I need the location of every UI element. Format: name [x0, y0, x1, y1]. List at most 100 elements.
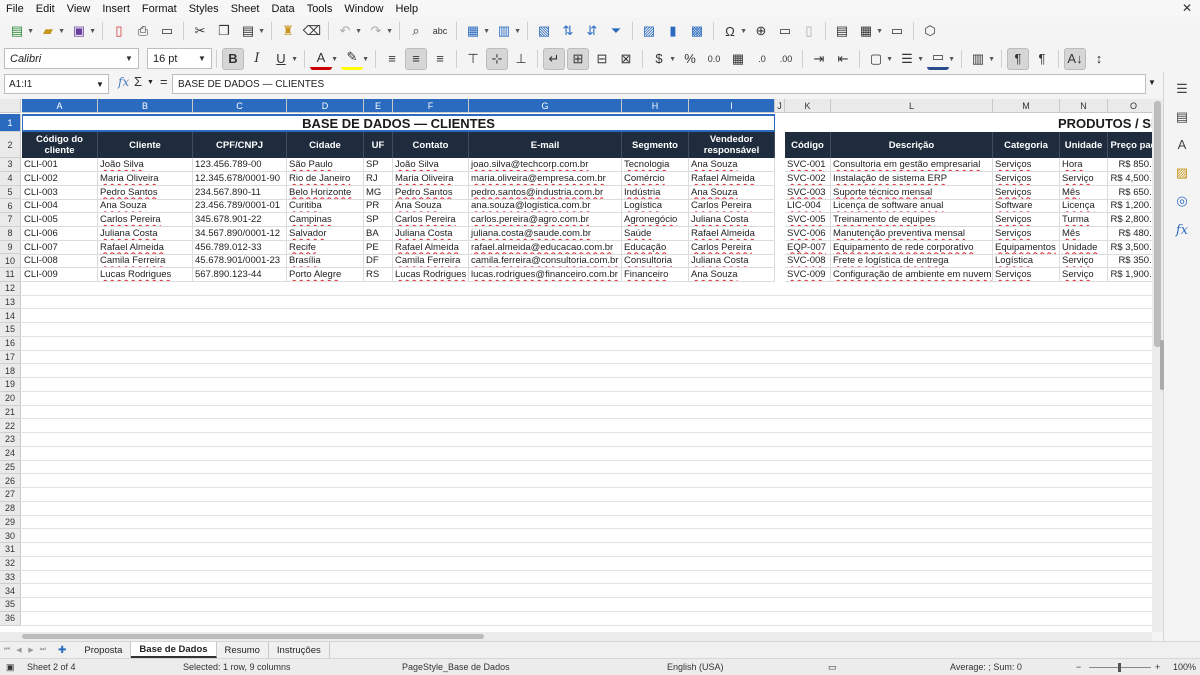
- column-icon[interactable]: ▥ ▼: [493, 20, 521, 42]
- clear-formatting-icon[interactable]: ⌫: [301, 20, 323, 42]
- horizontal-scroll-thumb[interactable]: [22, 634, 484, 639]
- table-cell[interactable]: lucas.rodrigues@financeiro.com.br: [469, 268, 622, 282]
- row-header-2[interactable]: 2: [0, 132, 21, 158]
- table-cell[interactable]: Turma: [1060, 213, 1108, 227]
- open-folder-icon[interactable]: ▰ ▼: [37, 20, 65, 42]
- name-box[interactable]: A1:I1 ▼: [4, 74, 109, 94]
- menu-help[interactable]: Help: [390, 3, 425, 15]
- table-header-cell[interactable]: Preço pad: [1108, 132, 1152, 158]
- row-header-15[interactable]: 15: [0, 323, 21, 337]
- chevron-down-icon[interactable]: ▼: [193, 49, 211, 68]
- menu-file[interactable]: File: [0, 3, 30, 15]
- align-center-icon[interactable]: ≡: [405, 47, 427, 70]
- column-header-d[interactable]: D: [287, 99, 364, 113]
- next-sheet-icon[interactable]: ▶: [26, 644, 36, 656]
- table-cell[interactable]: RJ: [364, 171, 393, 186]
- table-cell[interactable]: Equipamentos: [993, 240, 1060, 255]
- table-header-cell[interactable]: Contato: [393, 132, 469, 158]
- chevron-down-icon[interactable]: ▼: [92, 75, 108, 93]
- function-wizard-icon[interactable]: fx: [118, 75, 129, 89]
- styles-icon[interactable]: A: [1173, 135, 1191, 153]
- row-header-29[interactable]: 29: [0, 515, 21, 530]
- menu-window[interactable]: Window: [338, 3, 389, 15]
- table-cell[interactable]: R$ 3,500.0: [1108, 241, 1152, 255]
- table-header-cell[interactable]: CPF/CNPJ: [193, 132, 287, 158]
- sort-descending-icon[interactable]: ⇵: [581, 20, 603, 42]
- merge-center-icon[interactable]: ⊞: [567, 47, 589, 70]
- table-cell[interactable]: Educação: [622, 240, 689, 255]
- table-cell[interactable]: Serviços: [993, 185, 1060, 200]
- table-cell[interactable]: SP: [364, 213, 393, 227]
- align-top-icon[interactable]: ⊤: [462, 48, 484, 70]
- row-header-32[interactable]: 32: [0, 556, 21, 571]
- table-cell[interactable]: R$ 480.0: [1108, 227, 1152, 241]
- table-cell[interactable]: R$ 350.0: [1108, 254, 1152, 269]
- date-format-icon[interactable]: ▦: [727, 48, 749, 70]
- border-style-icon[interactable]: ☰ ▼: [896, 48, 924, 70]
- special-character-icon[interactable]: Ω ▼: [719, 20, 747, 42]
- table-cell[interactable]: SVC-008: [785, 254, 831, 269]
- wrap-text-icon[interactable]: ↵: [543, 47, 565, 70]
- export-pdf-icon[interactable]: ▯: [108, 20, 130, 42]
- row-header-1[interactable]: 1: [0, 114, 21, 132]
- table-cell[interactable]: juliana.costa@saude.com.br: [469, 226, 622, 241]
- table-cell[interactable]: João Silva: [393, 158, 469, 172]
- table-cell[interactable]: Rafael Almeida: [689, 171, 775, 186]
- column-header-o[interactable]: O: [1108, 99, 1152, 113]
- table-cell[interactable]: 345.678.901-22: [193, 213, 287, 227]
- row-icon[interactable]: ▦ ▼: [462, 20, 490, 42]
- add-decimal-icon[interactable]: .0: [751, 48, 773, 70]
- column-header-g[interactable]: G: [469, 99, 622, 113]
- table-cell[interactable]: Saúde: [622, 226, 689, 241]
- table-cell[interactable]: Instalação de sistema ERP: [831, 171, 993, 186]
- row-header-3[interactable]: 3: [0, 158, 21, 172]
- menu-edit[interactable]: Edit: [30, 3, 61, 15]
- save-icon[interactable]: ▣ ▼: [68, 20, 96, 42]
- table-cell[interactable]: Lucas Rodrigues: [393, 268, 469, 282]
- column-header-j[interactable]: J: [775, 99, 785, 113]
- table-header-cell[interactable]: UF: [364, 132, 393, 158]
- table-cell[interactable]: LIC-004: [785, 199, 831, 214]
- column-header-n[interactable]: N: [1060, 99, 1108, 113]
- column-header-f[interactable]: F: [393, 99, 469, 113]
- table-cell[interactable]: Comércio: [622, 171, 689, 186]
- first-sheet-icon[interactable]: ⏮: [2, 644, 12, 656]
- row-header-26[interactable]: 26: [0, 474, 21, 488]
- table-cell[interactable]: SVC-003: [785, 185, 831, 200]
- table-cell[interactable]: Serviços: [993, 213, 1060, 227]
- table-cell[interactable]: EQP-007: [785, 240, 831, 255]
- table-cell[interactable]: Manutenção preventiva mensal: [831, 226, 993, 241]
- table-cell[interactable]: PE: [364, 240, 393, 255]
- table-cell[interactable]: Salvador: [287, 226, 364, 241]
- headers-icon[interactable]: ▧: [533, 20, 555, 42]
- spelling-icon[interactable]: abc: [429, 20, 451, 42]
- table-cell[interactable]: Camila Ferreira: [393, 254, 469, 269]
- table-cell[interactable]: Serviços: [993, 158, 1060, 172]
- table-cell[interactable]: Campinas: [287, 213, 364, 227]
- row-header-36[interactable]: 36: [0, 611, 21, 626]
- row-header-5[interactable]: 5: [0, 185, 21, 200]
- row-header-23[interactable]: 23: [0, 433, 21, 447]
- insert-image-icon[interactable]: ▨: [638, 20, 660, 42]
- menu-sheet[interactable]: Sheet: [225, 3, 266, 15]
- text-direction-vertical-icon[interactable]: A↓: [1064, 47, 1086, 70]
- formula-input[interactable]: BASE DE DADOS — CLIENTES: [172, 74, 1146, 94]
- sheet-tab-resumo[interactable]: Resumo: [217, 642, 269, 658]
- column-header-e[interactable]: E: [364, 99, 393, 113]
- table-cell[interactable]: Juliana Costa: [393, 226, 469, 241]
- sum-info[interactable]: Average: ; Sum: 0: [950, 662, 1022, 672]
- table-cell[interactable]: MG: [364, 185, 393, 200]
- table-cell[interactable]: Indústria: [622, 185, 689, 200]
- table-cell[interactable]: SVC-001: [785, 158, 831, 172]
- table-cell[interactable]: São Paulo: [287, 158, 364, 172]
- table-cell[interactable]: Logística: [622, 199, 689, 214]
- percent-format-icon[interactable]: %: [679, 48, 701, 70]
- table-cell[interactable]: Ana Souza: [393, 199, 469, 214]
- row-header-22[interactable]: 22: [0, 419, 21, 433]
- align-middle-icon[interactable]: ⊹: [486, 47, 508, 70]
- table-cell[interactable]: Licença de software anual: [831, 199, 993, 214]
- row-header-16[interactable]: 16: [0, 336, 21, 351]
- table-cell[interactable]: R$ 2,800.0: [1108, 213, 1152, 227]
- font-color-icon[interactable]: A ▼: [310, 48, 338, 70]
- column-header-k[interactable]: K: [785, 99, 831, 113]
